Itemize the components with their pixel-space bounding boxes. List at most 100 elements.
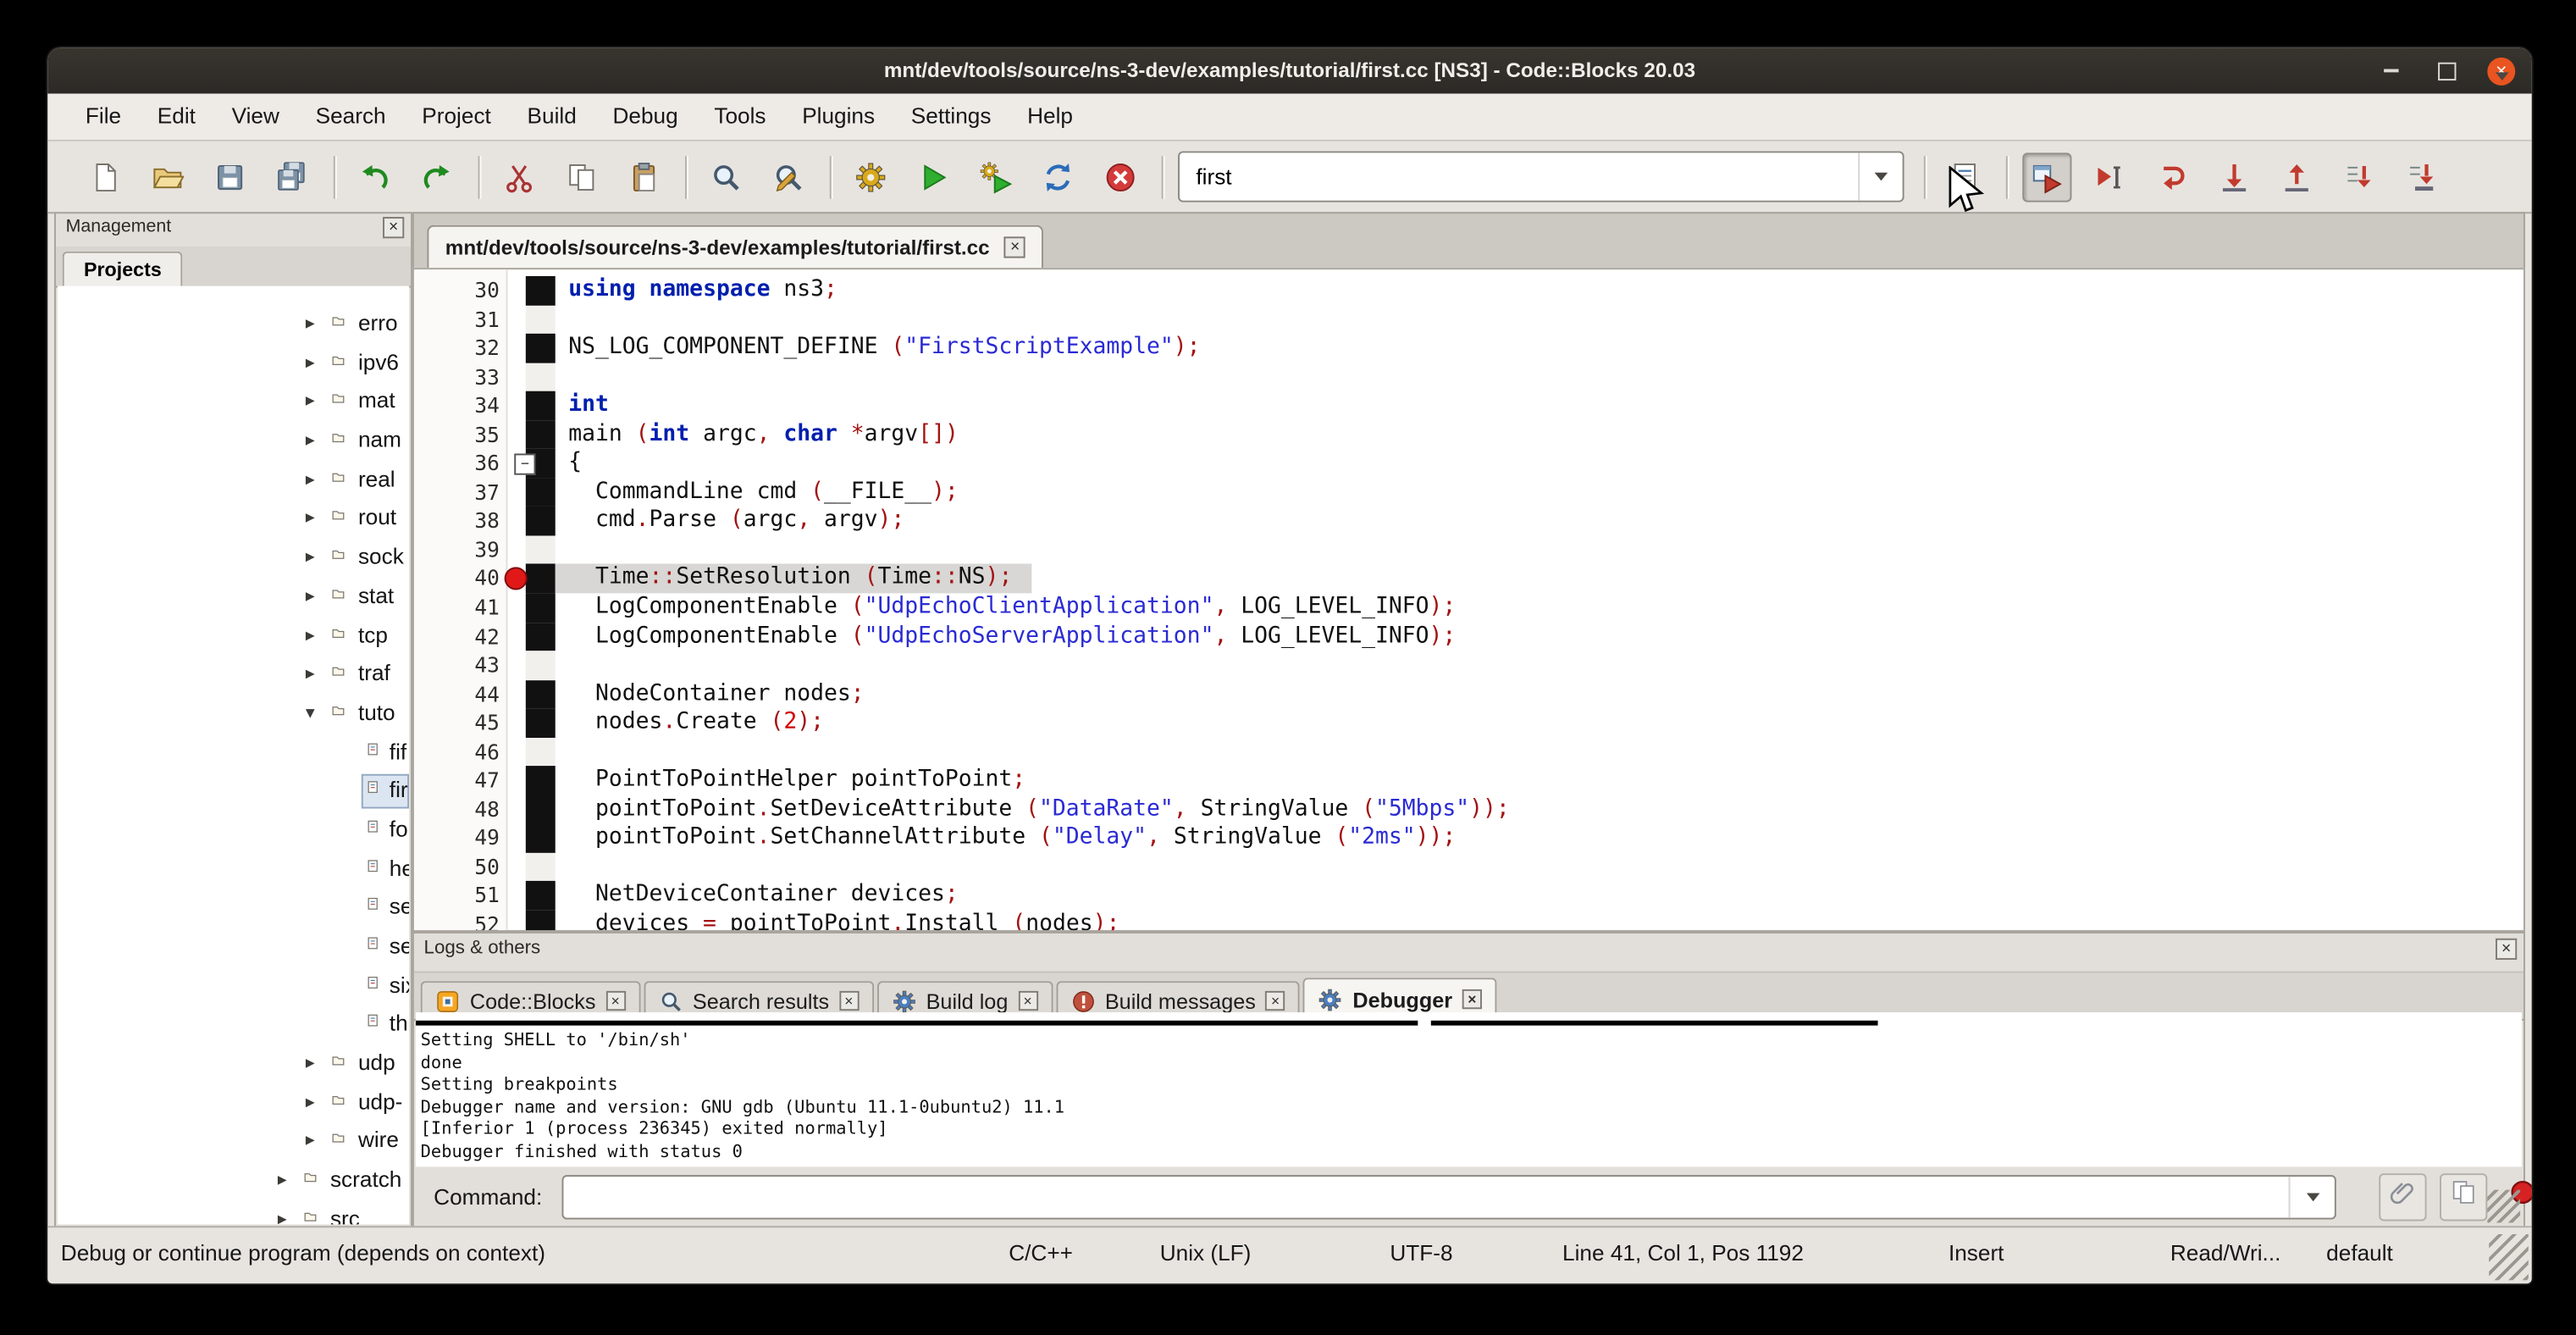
chevron-collapsed-icon[interactable]: ▸ — [306, 313, 315, 334]
chevron-collapsed-icon[interactable]: ▸ — [306, 584, 315, 606]
code-line[interactable]: 43 — [414, 651, 2523, 679]
abort-build-button[interactable] — [1096, 152, 1145, 201]
code-line[interactable]: 49 pointToPoint.SetChannelAttribute ("De… — [414, 824, 2523, 853]
open-file-button[interactable] — [143, 152, 192, 201]
chevron-collapsed-icon[interactable]: ▸ — [306, 1130, 315, 1151]
code-line[interactable]: 30using namespace ns3; — [414, 276, 2523, 305]
step-into-button[interactable] — [2209, 152, 2258, 201]
step-into-instruction-button[interactable] — [2397, 152, 2446, 201]
code-line[interactable]: 32NS_LOG_COMPONENT_DEFINE ("FirstScriptE… — [414, 334, 2523, 363]
build-button[interactable] — [846, 152, 895, 201]
load-script-button[interactable] — [2379, 1172, 2426, 1220]
copy-log-button[interactable] — [2440, 1172, 2487, 1220]
replace-button[interactable] — [764, 152, 813, 201]
resize-grip[interactable] — [2489, 1234, 2529, 1280]
find-button[interactable] — [701, 152, 750, 201]
tree-item-scratch[interactable]: ▸scratch — [58, 1162, 409, 1201]
menu-file[interactable]: File — [68, 94, 140, 140]
chevron-collapsed-icon[interactable]: ▸ — [306, 1091, 315, 1112]
chevron-collapsed-icon[interactable]: ▸ — [306, 662, 315, 684]
code-line[interactable]: 50 — [414, 853, 2523, 882]
tree-item-real[interactable]: ▸real — [58, 462, 409, 501]
tree-item-nam[interactable]: ▸nam — [58, 423, 409, 462]
command-dropdown-button[interactable] — [2289, 1176, 2335, 1217]
chevron-collapsed-icon[interactable]: ▸ — [306, 391, 315, 412]
tree-item-tuto[interactable]: ▾tuto — [58, 695, 409, 734]
code-line[interactable]: 48 pointToPoint.SetDeviceAttribute ("Dat… — [414, 795, 2523, 824]
copy-button[interactable] — [557, 152, 606, 201]
tree-item-udp[interactable]: ▸udp — [58, 1045, 409, 1084]
tree-item-fo[interactable]: fo — [58, 812, 409, 850]
chevron-collapsed-icon[interactable]: ▸ — [306, 1052, 315, 1073]
tree-item-th[interactable]: th — [58, 1006, 409, 1045]
chevron-collapsed-icon[interactable]: ▸ — [306, 546, 315, 567]
next-line-button[interactable] — [2148, 152, 2197, 201]
next-instruction-button[interactable] — [2335, 152, 2384, 201]
new-file-button[interactable] — [80, 152, 130, 201]
code-line[interactable]: 40 Time::SetResolution (Time::NS); — [414, 564, 2523, 593]
tab-close-icon[interactable]: × — [605, 991, 625, 1011]
chevron-expanded-icon[interactable]: ▾ — [306, 701, 315, 723]
tree-item-se[interactable]: se — [58, 928, 409, 967]
incremental-search-input[interactable] — [1180, 164, 1858, 189]
chevron-collapsed-icon[interactable]: ▸ — [306, 623, 315, 645]
breakpoint-marker[interactable] — [505, 567, 528, 590]
code-line[interactable]: 46 — [414, 738, 2523, 767]
management-close-icon[interactable]: × — [383, 217, 404, 238]
debugger-log[interactable]: Setting SHELL to '/bin/sh'doneSetting br… — [416, 1012, 2522, 1166]
tab-projects[interactable]: Projects — [63, 252, 183, 286]
code-line[interactable]: 35main (int argc, char *argv[]) — [414, 420, 2523, 449]
menu-plugins[interactable]: Plugins — [784, 94, 893, 140]
build-and-run-button[interactable] — [971, 152, 1020, 201]
menu-settings[interactable]: Settings — [893, 94, 1009, 140]
command-input[interactable] — [563, 1176, 2298, 1217]
tree-item-wire[interactable]: ▸wire — [58, 1123, 409, 1162]
tree-item-traf[interactable]: ▸traf — [58, 656, 409, 695]
code-line[interactable]: 37 CommandLine cmd (__FILE__); — [414, 478, 2523, 507]
tab-close-icon[interactable]: × — [839, 991, 859, 1011]
chevron-collapsed-icon[interactable]: ▸ — [278, 1208, 287, 1225]
menu-help[interactable]: Help — [1009, 94, 1092, 140]
chevron-collapsed-icon[interactable]: ▸ — [306, 468, 315, 489]
chevron-collapsed-icon[interactable]: ▸ — [278, 1169, 287, 1190]
code-line[interactable]: 51 NetDeviceContainer devices; — [414, 882, 2523, 911]
undo-button[interactable] — [350, 152, 399, 201]
tree-item-se[interactable]: se — [58, 889, 409, 928]
tab-close-icon[interactable]: × — [1462, 989, 1482, 1009]
menu-view[interactable]: View — [213, 94, 297, 140]
menu-search[interactable]: Search — [297, 94, 404, 140]
tree-item-udp-[interactable]: ▸udp- — [58, 1084, 409, 1123]
run-to-cursor-button[interactable] — [2085, 152, 2134, 201]
save-all-button[interactable] — [268, 152, 317, 201]
tree-item-erro[interactable]: ▸erro — [58, 306, 409, 345]
fold-marker[interactable]: − — [514, 454, 535, 475]
editor-tab[interactable]: mnt/dev/tools/source/ns-3-dev/examples/t… — [427, 225, 1043, 268]
tree-item-sock[interactable]: ▸sock — [58, 540, 409, 579]
code-line[interactable]: 52 devices = pointToPoint.Install (nodes… — [414, 911, 2523, 932]
menu-debug[interactable]: Debug — [594, 94, 696, 140]
tree-item-stat[interactable]: ▸stat — [58, 579, 409, 618]
rebuild-button[interactable] — [1033, 152, 1082, 201]
menu-tools[interactable]: Tools — [696, 94, 784, 140]
tree-item-fir[interactable]: fir — [58, 773, 409, 812]
chevron-collapsed-icon[interactable]: ▸ — [306, 429, 315, 450]
cut-button[interactable] — [495, 152, 544, 201]
code-line[interactable]: 34int — [414, 391, 2523, 420]
tab-close-icon[interactable]: × — [1266, 991, 1285, 1011]
redo-button[interactable] — [412, 152, 462, 201]
search-dropdown-button[interactable] — [1858, 152, 1902, 200]
tree-item-rout[interactable]: ▸rout — [58, 501, 409, 540]
paste-button[interactable] — [619, 152, 668, 201]
code-line[interactable]: 38 cmd.Parse (argc, argv); — [414, 507, 2523, 535]
code-line[interactable]: 33 — [414, 363, 2523, 391]
chevron-collapsed-icon[interactable]: ▸ — [306, 507, 315, 528]
tree-item-ipv6[interactable]: ▸ipv6 — [58, 345, 409, 384]
logs-close-icon[interactable]: × — [2496, 939, 2517, 960]
code-line[interactable]: 31 — [414, 305, 2523, 334]
tree-item-tcp[interactable]: ▸tcp — [58, 618, 409, 656]
code-line[interactable]: 39 — [414, 535, 2523, 564]
run-button[interactable] — [909, 152, 958, 201]
menu-project[interactable]: Project — [404, 94, 509, 140]
tree-item-six[interactable]: six — [58, 967, 409, 1006]
code-line[interactable]: 42 LogComponentEnable ("UdpEchoServerApp… — [414, 622, 2523, 651]
